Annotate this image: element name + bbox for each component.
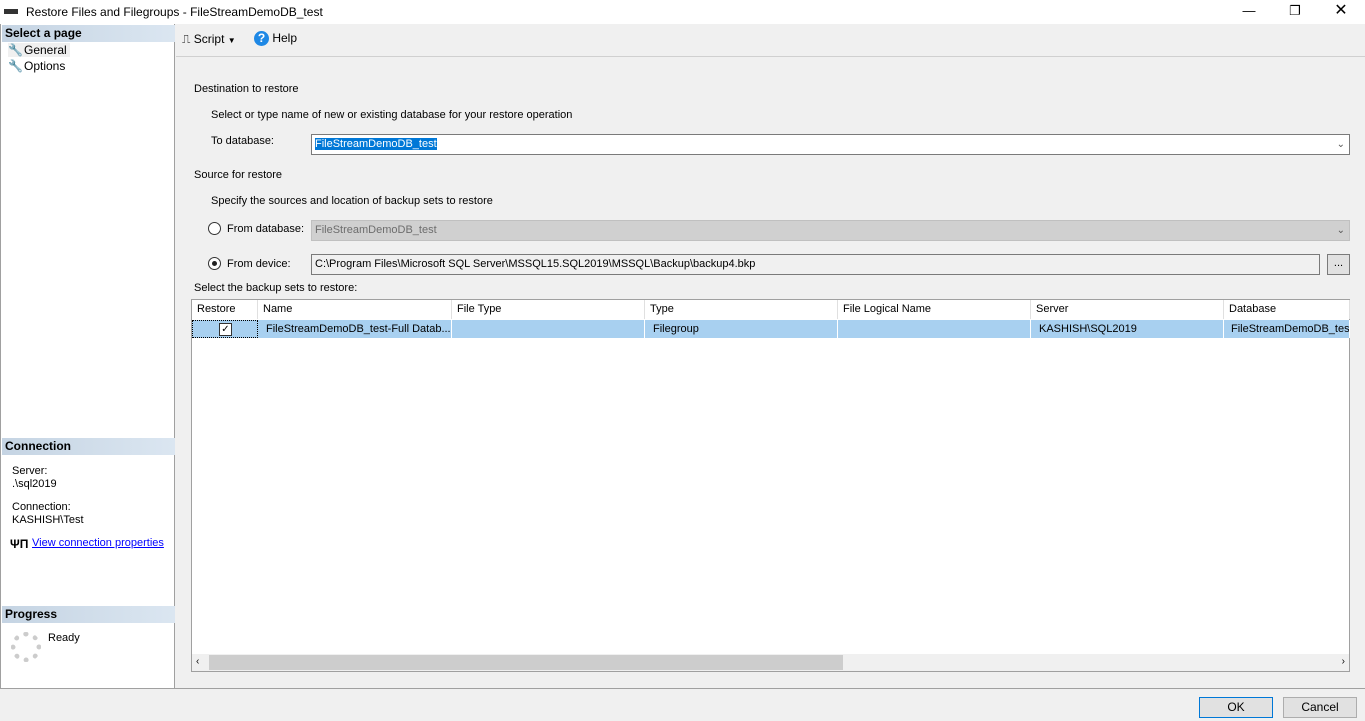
scroll-thumb[interactable] (209, 655, 843, 670)
footer-divider (0, 688, 1365, 689)
script-button[interactable]: ⎍ Script ▼ (182, 32, 236, 47)
file-logical-name-cell (838, 320, 1031, 338)
view-connection-properties-link[interactable]: View connection properties (32, 537, 164, 549)
browse-device-button[interactable]: ... (1327, 254, 1350, 275)
from-database-value: FileStreamDemoDB_test (315, 224, 437, 236)
help-button[interactable]: ? Help (254, 31, 297, 46)
from-database-label: From database: (227, 223, 305, 235)
restore-checkbox[interactable]: ✓ (219, 323, 232, 336)
plug-icon: ΨΠ (10, 537, 29, 551)
to-database-combo[interactable]: FileStreamDemoDB_test ⌄ (311, 134, 1350, 155)
connection-header: Connection (2, 438, 175, 455)
script-label: Script (193, 32, 225, 46)
ok-button[interactable]: OK (1199, 697, 1273, 718)
sidebar-item-options[interactable]: 🔧 Options (8, 59, 65, 73)
chevron-down-icon: ⌄ (1336, 225, 1345, 236)
app-icon (4, 9, 18, 14)
destination-hint: Select or type name of new or existing d… (211, 109, 573, 121)
toolbar: ⎍ Script ▼ ? Help (176, 24, 1365, 57)
column-header-type[interactable]: Type (645, 300, 838, 319)
connection-value: KASHISH\Test (12, 514, 84, 526)
script-icon: ⎍ (182, 32, 191, 46)
column-header-file-type[interactable]: File Type (452, 300, 645, 319)
file-type-cell (452, 320, 645, 338)
database-cell: FileStreamDemoDB_test (1224, 320, 1350, 338)
sidebar-item-label: Options (24, 59, 66, 73)
name-cell: FileStreamDemoDB_test-Full Datab... (258, 320, 452, 338)
wrench-icon: 🔧 (8, 43, 23, 57)
server-label: Server: (12, 465, 48, 477)
progress-spinner-icon (11, 632, 41, 662)
progress-header: Progress (2, 606, 175, 623)
type-cell: Filegroup (645, 320, 838, 338)
column-header-file-logical-name[interactable]: File Logical Name (838, 300, 1031, 319)
restore-cell[interactable]: ✓ (192, 320, 258, 338)
backup-sets-label: Select the backup sets to restore: (194, 282, 358, 294)
dropdown-arrow-icon[interactable]: ▼ (228, 36, 236, 45)
restore-button[interactable]: ❐ (1272, 0, 1318, 24)
progress-status: Ready (48, 632, 80, 644)
backup-sets-grid[interactable]: Restore Name File Type Type File Logical… (191, 299, 1350, 672)
server-value: .\sql2019 (12, 478, 57, 490)
scroll-left-icon[interactable]: ‹ (196, 656, 199, 667)
left-pane: Select a page 🔧 General 🔧 Options Connecti… (0, 24, 175, 688)
from-device-label: From device: (227, 258, 291, 270)
column-header-name[interactable]: Name (258, 300, 452, 319)
column-header-server[interactable]: Server (1031, 300, 1224, 319)
from-database-radio[interactable] (208, 222, 221, 235)
cancel-button[interactable]: Cancel (1283, 697, 1357, 718)
to-database-value: FileStreamDemoDB_test (315, 138, 437, 150)
help-icon: ? (254, 31, 269, 46)
help-label: Help (272, 31, 298, 45)
source-hint: Specify the sources and location of back… (211, 195, 493, 207)
horizontal-scrollbar[interactable]: ‹ › (192, 654, 1349, 671)
from-device-field[interactable]: C:\Program Files\Microsoft SQL Server\MS… (311, 254, 1320, 275)
minimize-button[interactable]: — (1226, 0, 1272, 24)
close-button[interactable]: ✕ (1318, 0, 1364, 24)
column-header-restore[interactable]: Restore (192, 300, 258, 319)
column-header-database[interactable]: Database (1224, 300, 1350, 319)
source-heading: Source for restore (194, 169, 283, 181)
wrench-icon: 🔧 (8, 59, 23, 73)
sidebar-item-label: General (24, 43, 67, 57)
connection-label: Connection: (12, 501, 71, 513)
server-cell: KASHISH\SQL2019 (1031, 320, 1224, 338)
destination-heading: Destination to restore (194, 83, 299, 95)
from-device-radio[interactable] (208, 257, 221, 270)
select-page-header: Select a page (2, 25, 175, 42)
title-bar: Restore Files and Filegroups - FileStrea… (0, 0, 1365, 24)
from-database-combo[interactable]: FileStreamDemoDB_test ⌄ (311, 220, 1350, 241)
sidebar-item-general[interactable]: 🔧 General (8, 43, 70, 57)
chevron-down-icon[interactable]: ⌄ (1337, 139, 1345, 150)
scroll-right-icon[interactable]: › (1342, 656, 1345, 667)
window-title: Restore Files and Filegroups - FileStrea… (26, 5, 323, 19)
to-database-label: To database: (211, 135, 274, 147)
